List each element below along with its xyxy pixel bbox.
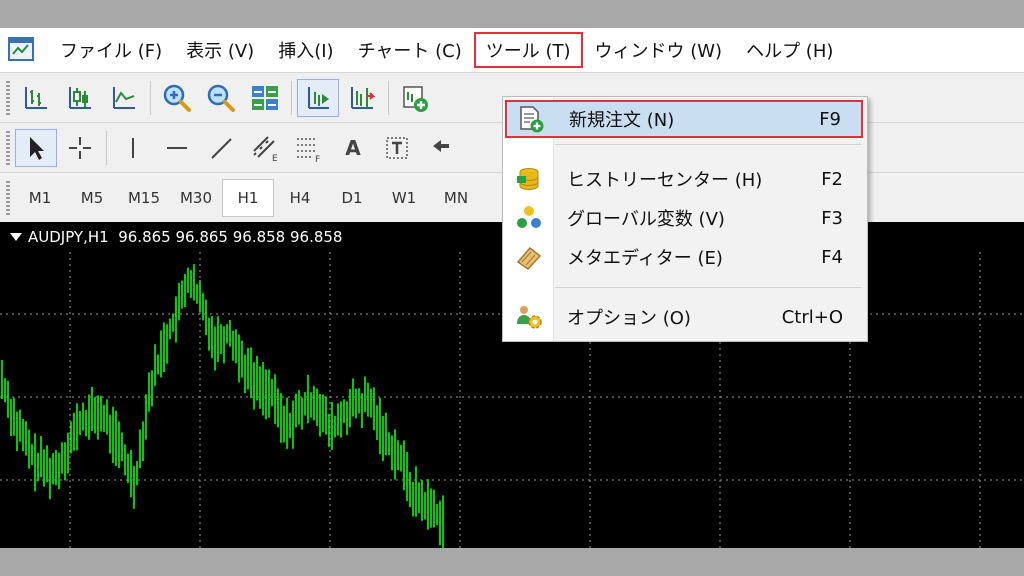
tile-windows-icon xyxy=(252,86,278,110)
chart-header: AUDJPY,H1 96.865 96.865 96.858 96.858 xyxy=(10,228,342,246)
text-tool-label: A xyxy=(345,136,361,160)
timeframe-m30[interactable]: M30 xyxy=(170,179,222,217)
chart-shift-button[interactable] xyxy=(340,78,384,118)
text-label-button[interactable] xyxy=(375,128,419,168)
svg-text:E: E xyxy=(272,154,278,163)
tile-windows-button[interactable] xyxy=(243,78,287,118)
svg-text:F: F xyxy=(315,155,320,163)
trendline-button[interactable] xyxy=(199,128,243,168)
menu-item-shortcut: F3 xyxy=(821,207,843,229)
menu-help[interactable]: ヘルプ (H) xyxy=(734,32,845,68)
vertical-line-button[interactable] xyxy=(111,128,155,168)
zoom-in-icon xyxy=(163,84,191,112)
menu-item-label: 新規注文 (N) xyxy=(569,110,675,131)
toolbar-grip[interactable] xyxy=(6,181,10,215)
menu-view[interactable]: 表示 (V) xyxy=(174,32,266,68)
app-icon xyxy=(8,37,34,61)
global-variables-icon xyxy=(517,206,541,228)
text-tool-button[interactable]: A xyxy=(331,128,375,168)
bar-chart-button[interactable] xyxy=(14,78,58,118)
indicators-button[interactable] xyxy=(393,78,437,118)
timeframe-h4[interactable]: H4 xyxy=(274,179,326,217)
auto-scroll-button[interactable] xyxy=(296,78,340,118)
timeframe-w1[interactable]: W1 xyxy=(378,179,430,217)
zoom-out-icon xyxy=(207,84,235,112)
timeframe-m1[interactable]: M1 xyxy=(14,179,66,217)
candle-chart-button[interactable] xyxy=(58,78,102,118)
menu-item-global-variables[interactable]: グローバル変数 (V) F3 xyxy=(505,199,863,237)
menu-item-shortcut: F2 xyxy=(821,168,843,190)
fibonacci-icon: F xyxy=(297,138,320,163)
timeframe-m5[interactable]: M5 xyxy=(66,179,118,217)
timeframe-m15[interactable]: M15 xyxy=(118,179,170,217)
timeframe-h1[interactable]: H1 xyxy=(222,179,274,217)
chart-menu-triangle-icon[interactable] xyxy=(10,233,22,241)
options-icon xyxy=(517,306,542,329)
terminal-window: ファイル (F) 表示 (V) 挿入(I) チャート (C) ツール (T) ウ… xyxy=(0,28,1024,548)
bar-chart-icon xyxy=(25,87,47,109)
arrow-icon xyxy=(433,140,449,152)
menu-item-label: ヒストリーセンター (H) xyxy=(567,170,763,191)
menu-item-shortcut: F9 xyxy=(819,108,841,130)
toolbar-grip[interactable] xyxy=(6,131,10,165)
cursor-button[interactable] xyxy=(14,128,58,168)
line-chart-button[interactable] xyxy=(102,78,146,118)
chart-shift-icon xyxy=(351,87,376,109)
equidistant-channel-button[interactable]: E xyxy=(243,128,287,168)
menu-item-new-order[interactable]: 新規注文 (N) F9 xyxy=(505,100,863,138)
timeframe-d1[interactable]: D1 xyxy=(326,179,378,217)
menu-item-label: オプション (O) xyxy=(567,308,691,329)
menu-item-history-center[interactable]: ヒストリーセンター (H) F2 xyxy=(505,160,863,198)
menu-bar: ファイル (F) 表示 (V) 挿入(I) チャート (C) ツール (T) ウ… xyxy=(0,28,1024,72)
vertical-line-icon xyxy=(132,138,134,158)
zoom-in-button[interactable] xyxy=(155,78,199,118)
arrows-button[interactable] xyxy=(419,128,463,168)
trendline-icon xyxy=(211,138,232,159)
candlestick-icon xyxy=(69,87,91,109)
toolbar-grip[interactable] xyxy=(6,81,10,115)
line-chart-icon xyxy=(113,87,135,109)
menu-window[interactable]: ウィンドウ (W) xyxy=(583,32,735,68)
chart-symbol-quote: AUDJPY,H1 96.865 96.865 96.858 96.858 xyxy=(28,228,343,246)
new-order-icon xyxy=(520,106,544,133)
menu-item-label: グローバル変数 (V) xyxy=(567,209,725,230)
crosshair-icon xyxy=(69,137,91,159)
horizontal-line-button[interactable] xyxy=(155,128,199,168)
zoom-out-button[interactable] xyxy=(199,78,243,118)
timeframe-mn[interactable]: MN xyxy=(430,179,482,217)
menu-item-label: メタエディター (E) xyxy=(567,248,723,269)
fibonacci-button[interactable]: F xyxy=(287,128,331,168)
add-indicator-icon xyxy=(403,86,428,112)
menu-item-options[interactable]: オプション (O) Ctrl+O xyxy=(505,298,863,336)
menu-chart[interactable]: チャート (C) xyxy=(346,32,474,68)
menu-item-shortcut: F4 xyxy=(821,246,843,268)
text-label-icon xyxy=(386,137,408,159)
tools-menu-dropdown: 新規注文 (N) F9 ヒストリーセンター (H) F2 グローバル変数 (V)… xyxy=(502,96,868,342)
cursor-arrow-icon xyxy=(30,137,44,160)
crosshair-button[interactable] xyxy=(58,128,102,168)
meta-editor-icon xyxy=(516,246,542,270)
menu-item-meta-editor[interactable]: メタエディター (E) F4 xyxy=(505,238,863,276)
equidistant-channel-icon: E xyxy=(253,136,278,163)
menu-tools[interactable]: ツール (T) xyxy=(473,32,583,68)
menu-item-shortcut: Ctrl+O xyxy=(781,306,843,328)
menu-insert[interactable]: 挿入(I) xyxy=(266,32,345,68)
menu-file[interactable]: ファイル (F) xyxy=(48,32,174,68)
auto-scroll-icon xyxy=(308,87,329,109)
history-center-icon xyxy=(517,168,539,191)
horizontal-line-icon xyxy=(167,147,187,149)
